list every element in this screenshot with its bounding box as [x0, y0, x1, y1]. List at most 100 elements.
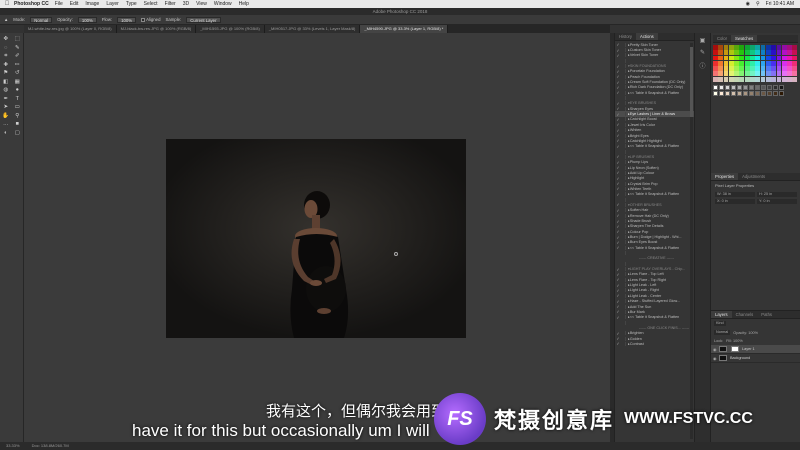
color-swatch[interactable]	[734, 45, 739, 50]
document-tab[interactable]: _MIH1593.JPG @ 100% (RGB/8)	[196, 25, 265, 33]
color-swatch[interactable]	[728, 76, 734, 82]
color-swatch[interactable]	[781, 50, 787, 56]
stamp-tool-icon[interactable]: ⚑	[2, 70, 9, 77]
move-tool-icon[interactable]: ✥	[2, 36, 9, 43]
dialog-toggle[interactable]	[621, 101, 626, 106]
photo-canvas[interactable]	[166, 139, 466, 338]
quick-select-tool-icon[interactable]: ✎	[14, 44, 21, 51]
dialog-toggle[interactable]	[621, 144, 626, 149]
color-swatch[interactable]	[744, 66, 750, 71]
dialog-toggle[interactable]	[621, 90, 626, 95]
color-swatch[interactable]	[765, 71, 771, 77]
gray-swatch[interactable]	[713, 90, 718, 96]
dialog-toggle[interactable]	[621, 304, 626, 309]
color-swatch[interactable]	[781, 55, 787, 61]
gray-swatch[interactable]	[761, 84, 766, 90]
menu-file[interactable]: File	[55, 1, 63, 7]
zoom-tool-icon[interactable]: ⚲	[14, 112, 21, 119]
document-tab[interactable]: _MIH4590.JPG @ 33.3% (Layer 1, RGB/8) *	[360, 25, 449, 33]
color-swatch[interactable]	[728, 66, 734, 71]
color-swatch[interactable]	[776, 45, 782, 50]
color-swatch[interactable]	[744, 76, 750, 82]
color-swatch[interactable]	[713, 71, 718, 77]
menu-image[interactable]: Image	[85, 1, 99, 7]
aligned-checkbox[interactable]: Aligned	[141, 17, 160, 22]
info-icon[interactable]: ⓘ	[699, 61, 707, 70]
dialog-toggle[interactable]	[621, 272, 626, 277]
color-swatch[interactable]	[771, 66, 777, 71]
tab-color[interactable]: Color	[713, 35, 731, 42]
dialog-toggle[interactable]	[621, 213, 626, 218]
dialog-toggle[interactable]	[621, 42, 626, 47]
color-swatch[interactable]	[755, 71, 761, 77]
tab-adjustments[interactable]: Adjustments	[738, 173, 769, 180]
color-swatch[interactable]	[787, 76, 792, 82]
dialog-toggle[interactable]	[621, 288, 626, 293]
search-icon[interactable]: ⚲	[756, 1, 760, 7]
color-swatch[interactable]	[787, 71, 792, 77]
tab-properties[interactable]: Properties	[711, 173, 739, 180]
dialog-toggle[interactable]	[621, 138, 626, 143]
color-swatch[interactable]	[713, 66, 718, 71]
color-swatch[interactable]	[755, 66, 761, 71]
pen-tool-icon[interactable]: ✒	[2, 95, 9, 102]
dialog-toggle[interactable]	[621, 176, 626, 181]
apple-icon[interactable]: 	[0, 1, 14, 7]
dialog-toggle[interactable]	[621, 267, 626, 272]
color-swatch[interactable]	[739, 66, 745, 71]
dialog-toggle[interactable]	[621, 299, 626, 304]
dialog-toggle[interactable]	[621, 240, 626, 245]
menu-type[interactable]: Type	[126, 1, 137, 7]
dialog-toggle[interactable]	[621, 186, 626, 191]
tab-swatches[interactable]: Swatches	[731, 35, 758, 42]
layer-mask-thumbnail[interactable]	[731, 346, 739, 352]
color-swatch[interactable]	[771, 45, 777, 50]
brush-tool-icon[interactable]: ✏	[14, 61, 21, 68]
color-swatch[interactable]	[734, 71, 739, 77]
layer-opacity[interactable]: Opacity: 100%	[733, 331, 758, 335]
color-swatch[interactable]	[718, 50, 724, 56]
color-swatch[interactable]	[718, 45, 724, 50]
dialog-toggle[interactable]	[621, 245, 626, 250]
menu-3d[interactable]: 3D	[183, 1, 189, 7]
color-swatch[interactable]	[776, 55, 782, 61]
color-swatch[interactable]	[739, 45, 745, 50]
color-swatch[interactable]	[713, 45, 718, 50]
menu-view[interactable]: View	[196, 1, 207, 7]
color-swatch[interactable]	[739, 50, 745, 56]
dialog-toggle[interactable]	[621, 197, 626, 202]
document-tab[interactable]: MJ-black-bw-res.JPG @ 100% (RGB/8)	[116, 25, 197, 33]
dialog-toggle[interactable]	[621, 112, 626, 117]
dialog-toggle[interactable]	[621, 315, 626, 320]
width-field[interactable]: W: 38 in	[715, 192, 755, 197]
color-swatch[interactable]	[760, 66, 766, 71]
color-swatch[interactable]	[723, 71, 729, 77]
color-swatch[interactable]	[776, 71, 782, 77]
color-swatch[interactable]	[787, 60, 792, 66]
dialog-toggle[interactable]	[621, 208, 626, 213]
color-swatch[interactable]	[755, 45, 761, 50]
color-swatch[interactable]	[718, 71, 724, 77]
gray-swatch[interactable]	[755, 90, 760, 96]
wifi-icon[interactable]: ◉	[746, 1, 750, 7]
swatch-grid-grays[interactable]	[713, 84, 798, 96]
color-swatch[interactable]	[744, 50, 750, 56]
gray-swatch[interactable]	[761, 90, 766, 96]
gradient-tool-icon[interactable]: ▦	[14, 78, 21, 85]
color-swatch[interactable]	[760, 76, 766, 82]
color-swatch[interactable]	[750, 66, 755, 71]
color-swatch[interactable]	[787, 45, 792, 50]
color-swatch[interactable]	[713, 60, 718, 66]
color-swatch[interactable]	[792, 66, 798, 71]
shape-tool-icon[interactable]: ▭	[14, 104, 21, 111]
dialog-toggle[interactable]	[621, 106, 626, 111]
history-icon[interactable]: ▣	[699, 37, 707, 45]
color-swatch[interactable]	[765, 60, 771, 66]
color-swatch[interactable]	[718, 76, 724, 82]
color-swatch[interactable]	[771, 50, 777, 56]
color-swatch[interactable]	[718, 66, 724, 71]
color-swatch[interactable]	[723, 50, 729, 56]
color-swatch[interactable]	[744, 60, 750, 66]
color-swatch[interactable]	[750, 50, 755, 56]
sample-dropdown[interactable]: Current Layer	[186, 16, 221, 23]
